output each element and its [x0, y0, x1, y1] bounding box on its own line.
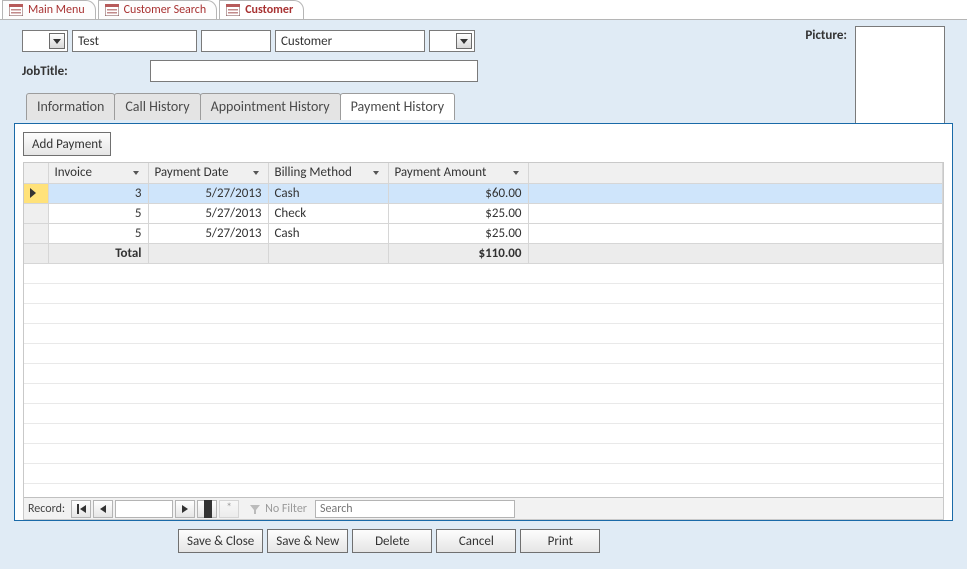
suffix-select[interactable] — [429, 30, 475, 52]
cell-amount[interactable]: $25.00 — [388, 223, 528, 243]
form-icon — [226, 4, 240, 16]
prev-record-button[interactable] — [93, 500, 113, 518]
cell-date[interactable]: 5/27/2013 — [148, 223, 268, 243]
cell-invoice[interactable]: 3 — [48, 183, 148, 203]
recnav-label: Record: — [28, 502, 65, 516]
cell-blank — [148, 243, 268, 263]
app-tab-bar: Main Menu Customer Search Customer — [0, 0, 967, 20]
select-all-corner[interactable] — [24, 163, 48, 183]
customer-form-header: Test Customer JobTitle: Picture: Informa… — [0, 20, 967, 123]
cell-method[interactable]: Check — [268, 203, 388, 223]
delete-button[interactable]: Delete — [352, 529, 432, 553]
cell-method[interactable]: Cash — [268, 183, 388, 203]
grid-empty-area — [24, 264, 943, 498]
jobtitle-field[interactable] — [150, 60, 478, 82]
picture-label: Picture: — [805, 26, 847, 126]
middle-name-field[interactable] — [201, 30, 271, 52]
form-icon — [9, 4, 23, 16]
app-tab-main-menu[interactable]: Main Menu — [2, 0, 96, 19]
cell-date[interactable]: 5/27/2013 — [148, 203, 268, 223]
row-selector[interactable] — [24, 203, 48, 223]
tab-appointment-history[interactable]: Appointment History — [200, 93, 341, 120]
print-button[interactable]: Print — [520, 529, 600, 553]
payments-grid: Invoice Payment Date Billing Method Paym… — [23, 162, 944, 520]
tab-information[interactable]: Information — [26, 93, 115, 120]
cell-amount[interactable]: $60.00 — [388, 183, 528, 203]
table-row[interactable]: 5 5/27/2013 Check $25.00 — [24, 203, 943, 223]
app-tab-customer-search[interactable]: Customer Search — [98, 0, 218, 19]
first-name-field[interactable]: Test — [72, 30, 197, 52]
cell-invoice[interactable]: 5 — [48, 223, 148, 243]
record-number-field[interactable] — [115, 500, 173, 518]
filter-text: No Filter — [265, 502, 307, 516]
col-payment-date[interactable]: Payment Date — [148, 163, 268, 183]
filter-indicator[interactable]: No Filter — [249, 502, 307, 516]
first-record-button[interactable] — [71, 500, 91, 518]
cell-blank — [528, 243, 943, 263]
save-new-button[interactable]: Save & New — [267, 529, 348, 553]
last-record-button[interactable] — [197, 500, 217, 518]
cell-method[interactable]: Cash — [268, 223, 388, 243]
form-icon — [105, 4, 119, 16]
tab-call-history[interactable]: Call History — [114, 93, 200, 120]
cell-date[interactable]: 5/27/2013 — [148, 183, 268, 203]
new-record-button[interactable] — [219, 500, 239, 518]
row-selector[interactable] — [24, 183, 48, 203]
jobtitle-label: JobTitle: — [22, 64, 140, 79]
tab-payment-history[interactable]: Payment History — [340, 93, 455, 120]
total-amount: $110.00 — [388, 243, 528, 263]
table-row[interactable]: 5 5/27/2013 Cash $25.00 — [24, 223, 943, 243]
funnel-icon — [249, 503, 261, 515]
col-blank — [528, 163, 943, 183]
total-row: Total $110.00 — [24, 243, 943, 263]
col-payment-amount[interactable]: Payment Amount — [388, 163, 528, 183]
chevron-down-icon[interactable] — [510, 167, 522, 179]
grid-header-row: Invoice Payment Date Billing Method Paym… — [24, 163, 943, 183]
record-navigator: Record: No Filter Search — [24, 497, 943, 519]
dropdown-icon — [456, 33, 472, 49]
cell-blank — [528, 203, 943, 223]
next-record-button[interactable] — [175, 500, 195, 518]
col-label: Payment Date — [155, 165, 229, 180]
table-row[interactable]: 3 5/27/2013 Cash $60.00 — [24, 183, 943, 203]
chevron-down-icon[interactable] — [370, 167, 382, 179]
col-invoice[interactable]: Invoice — [48, 163, 148, 183]
app-tab-label: Main Menu — [28, 3, 85, 17]
col-label: Billing Method — [275, 165, 352, 180]
last-name-field[interactable]: Customer — [275, 30, 425, 52]
col-label: Invoice — [55, 165, 92, 180]
cell-blank — [528, 223, 943, 243]
search-input[interactable]: Search — [315, 500, 515, 518]
cell-invoice[interactable]: 5 — [48, 203, 148, 223]
cancel-button[interactable]: Cancel — [436, 529, 516, 553]
app-tab-customer[interactable]: Customer — [219, 0, 304, 19]
save-close-button[interactable]: Save & Close — [178, 529, 263, 553]
payment-history-panel: Add Payment Invoice Payment Date Billing… — [14, 123, 953, 521]
command-bar: Save & Close Save & New Delete Cancel Pr… — [0, 521, 967, 553]
picture-box[interactable] — [855, 26, 945, 126]
dropdown-icon — [49, 33, 65, 49]
row-selector — [24, 243, 48, 263]
cell-blank — [528, 183, 943, 203]
add-payment-button[interactable]: Add Payment — [23, 132, 111, 156]
cell-blank — [268, 243, 388, 263]
app-tab-label: Customer — [245, 3, 293, 17]
app-tab-label: Customer Search — [124, 3, 207, 17]
col-label: Payment Amount — [395, 165, 487, 180]
prefix-select[interactable] — [22, 30, 68, 52]
chevron-down-icon[interactable] — [130, 167, 142, 179]
total-label: Total — [48, 243, 148, 263]
chevron-down-icon[interactable] — [250, 167, 262, 179]
row-selector[interactable] — [24, 223, 48, 243]
col-billing-method[interactable]: Billing Method — [268, 163, 388, 183]
cell-amount[interactable]: $25.00 — [388, 203, 528, 223]
